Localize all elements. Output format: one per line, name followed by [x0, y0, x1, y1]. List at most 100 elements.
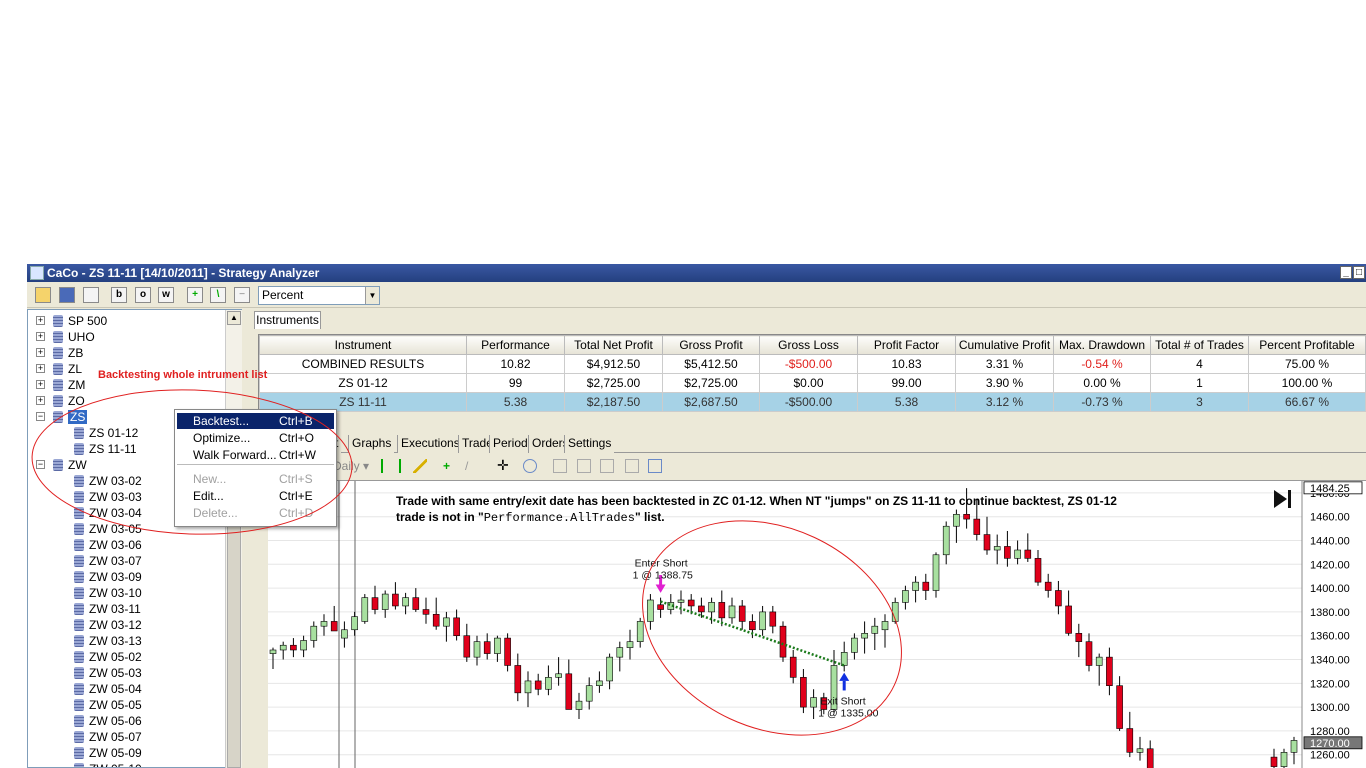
tree-item-contract[interactable]: ZW 03-03 — [74, 489, 142, 505]
candle-down — [1034, 558, 1042, 583]
expand-icon[interactable]: + — [36, 380, 45, 389]
menu-item-optimize[interactable]: Optimize... Ctrl+O — [177, 430, 334, 446]
tree-item-instrument-list[interactable]: + UHO — [36, 329, 95, 345]
restore-button[interactable]: □ — [1353, 266, 1365, 279]
table-row[interactable]: ZS 01-12 99 $2,725.00 $2,725.00 $0.00 99.00 3.… — [259, 373, 1366, 393]
collapse-icon[interactable]: − — [36, 460, 45, 469]
column-header[interactable]: Percent Profitable — [1248, 335, 1366, 355]
minimize-button[interactable]: _ — [1340, 266, 1352, 279]
tree-item-contract[interactable]: ZS 11-11 — [74, 441, 137, 457]
tree-item-instrument-list[interactable]: + ZO — [36, 393, 85, 409]
panels-icon[interactable] — [577, 459, 591, 473]
tree-item-contract[interactable]: ZS 01-12 — [74, 425, 138, 441]
zoom-in-icon[interactable]: + — [443, 459, 457, 473]
database-icon — [74, 539, 84, 551]
menu-item-backtest[interactable]: Backtest... Ctrl+B — [177, 413, 334, 429]
open-folder-icon[interactable] — [35, 287, 51, 303]
strategies-icon[interactable] — [625, 459, 639, 473]
tree-item-contract[interactable]: ZW 03-04 — [74, 505, 142, 521]
expand-icon[interactable]: + — [36, 348, 45, 357]
table-cell: 99 — [466, 373, 565, 393]
tree-item-contract[interactable]: ZW 03-05 — [74, 521, 142, 537]
tree-item-instrument-list[interactable]: + ZL — [36, 361, 82, 377]
menu-item-shortcut: Ctrl+B — [279, 414, 313, 428]
menu-item-delete[interactable]: Delete... Ctrl+D — [177, 505, 334, 521]
tree-item-label: ZW 03-10 — [89, 586, 142, 600]
w-icon[interactable]: w — [158, 287, 174, 303]
tab-executions[interactable]: Executions — [397, 435, 463, 453]
tree-item-contract[interactable]: ZW 05-07 — [74, 729, 142, 745]
column-header[interactable]: Gross Loss — [759, 335, 858, 355]
y-tick-label: 1360.00 — [1310, 631, 1350, 643]
tab-graphs[interactable]: Graphs — [348, 435, 395, 453]
column-header[interactable]: Instrument — [259, 335, 467, 355]
b-icon[interactable]: b — [111, 287, 127, 303]
tree-item-contract[interactable]: ZW 05-04 — [74, 681, 142, 697]
tree-item-contract[interactable]: ZW 03-09 — [74, 569, 142, 585]
candle-down — [1055, 590, 1062, 607]
expand-icon[interactable]: + — [36, 364, 45, 373]
tab-settings[interactable]: Settings — [564, 435, 615, 453]
tree-item-contract[interactable]: ZW 05-02 — [74, 649, 142, 665]
expand-icon[interactable]: + — [36, 316, 45, 325]
tree-item-contract[interactable]: ZW 03-06 — [74, 537, 142, 553]
tree-item-contract[interactable]: ZW 03-11 — [74, 601, 141, 617]
candle-down — [1075, 633, 1083, 642]
delete-icon[interactable]: − — [234, 287, 250, 303]
y-tick-label: 1460.00 — [1310, 512, 1350, 524]
bar-type-icon[interactable] — [381, 459, 401, 473]
tree-item-instrument-list[interactable]: − ZW — [36, 457, 87, 473]
tree-item-contract[interactable]: ZW 03-02 — [74, 473, 142, 489]
column-header[interactable]: Total Net Profit — [564, 335, 663, 355]
menu-item-edit[interactable]: Edit... Ctrl+E — [177, 488, 334, 504]
pencil-icon[interactable] — [413, 459, 427, 473]
indicators-icon[interactable] — [600, 459, 614, 473]
o-icon[interactable]: o — [135, 287, 151, 303]
collapse-icon[interactable]: − — [36, 412, 45, 421]
tree-item-contract[interactable]: ZW 05-05 — [74, 697, 142, 713]
column-header[interactable]: Total # of Trades — [1150, 335, 1249, 355]
tree-item-contract[interactable]: ZW 03-10 — [74, 585, 142, 601]
edit-icon[interactable]: \ — [210, 287, 226, 303]
chevron-down-icon[interactable]: ▼ — [365, 287, 379, 304]
tab-instruments[interactable]: Instruments — [254, 311, 321, 329]
save-icon[interactable] — [59, 287, 75, 303]
tree-item-instrument-list[interactable]: + ZM — [36, 377, 85, 393]
tree-item-instrument-list[interactable]: − ZS — [36, 409, 88, 425]
properties-icon[interactable] — [553, 459, 567, 473]
database-icon — [74, 603, 84, 615]
database-icon — [53, 459, 63, 471]
expand-icon[interactable]: + — [36, 396, 45, 405]
candle-down — [412, 597, 420, 610]
column-header[interactable]: Performance — [466, 335, 565, 355]
expand-icon[interactable]: + — [36, 332, 45, 341]
candle-up — [361, 597, 369, 622]
data-box-icon[interactable] — [648, 459, 662, 473]
column-header[interactable]: Cumulative Profit — [955, 335, 1054, 355]
tree-item-contract[interactable]: ZW 03-12 — [74, 617, 142, 633]
tree-item-contract[interactable]: ZW 03-13 — [74, 633, 142, 649]
column-header[interactable]: Profit Factor — [857, 335, 956, 355]
comment-icon[interactable] — [83, 287, 99, 303]
menu-item-walk-forward[interactable]: Walk Forward... Ctrl+W — [177, 447, 334, 463]
menu-item-new[interactable]: New... Ctrl+S — [177, 471, 334, 487]
column-header[interactable]: Max. Drawdown — [1053, 335, 1151, 355]
display-mode-select[interactable]: Percent ▼ — [258, 286, 380, 305]
crosshair-icon[interactable]: ✛ — [497, 457, 513, 473]
period-select[interactable]: Daily ▾ — [333, 458, 371, 474]
tree-item-contract[interactable]: ZW 05-10 — [74, 761, 142, 767]
tree-item-instrument-list[interactable]: + SP 500 — [36, 313, 107, 329]
tree-item-contract[interactable]: ZW 05-03 — [74, 665, 142, 681]
tree-item-contract[interactable]: ZW 05-09 — [74, 745, 142, 761]
table-row[interactable]: COMBINED RESULTS 10.82 $4,912.50 $5,412.50-… — [259, 354, 1366, 374]
add-icon[interactable]: + — [187, 287, 203, 303]
tree-item-instrument-list[interactable]: + ZB — [36, 345, 83, 361]
tree-item-contract[interactable]: ZW 03-07 — [74, 553, 142, 569]
table-row[interactable]: ZS 11-11 5.38 $2,187.50 $2,687.50 -$500.00 5.… — [259, 392, 1366, 412]
zoom-out-icon[interactable]: / — [465, 459, 479, 473]
skip-to-end-icon[interactable] — [1272, 487, 1294, 511]
magnifier-icon[interactable] — [523, 459, 537, 473]
tree-item-contract[interactable]: ZW 05-06 — [74, 713, 142, 729]
scroll-up-icon[interactable]: ▲ — [227, 311, 241, 325]
column-header[interactable]: Gross Profit — [662, 335, 760, 355]
